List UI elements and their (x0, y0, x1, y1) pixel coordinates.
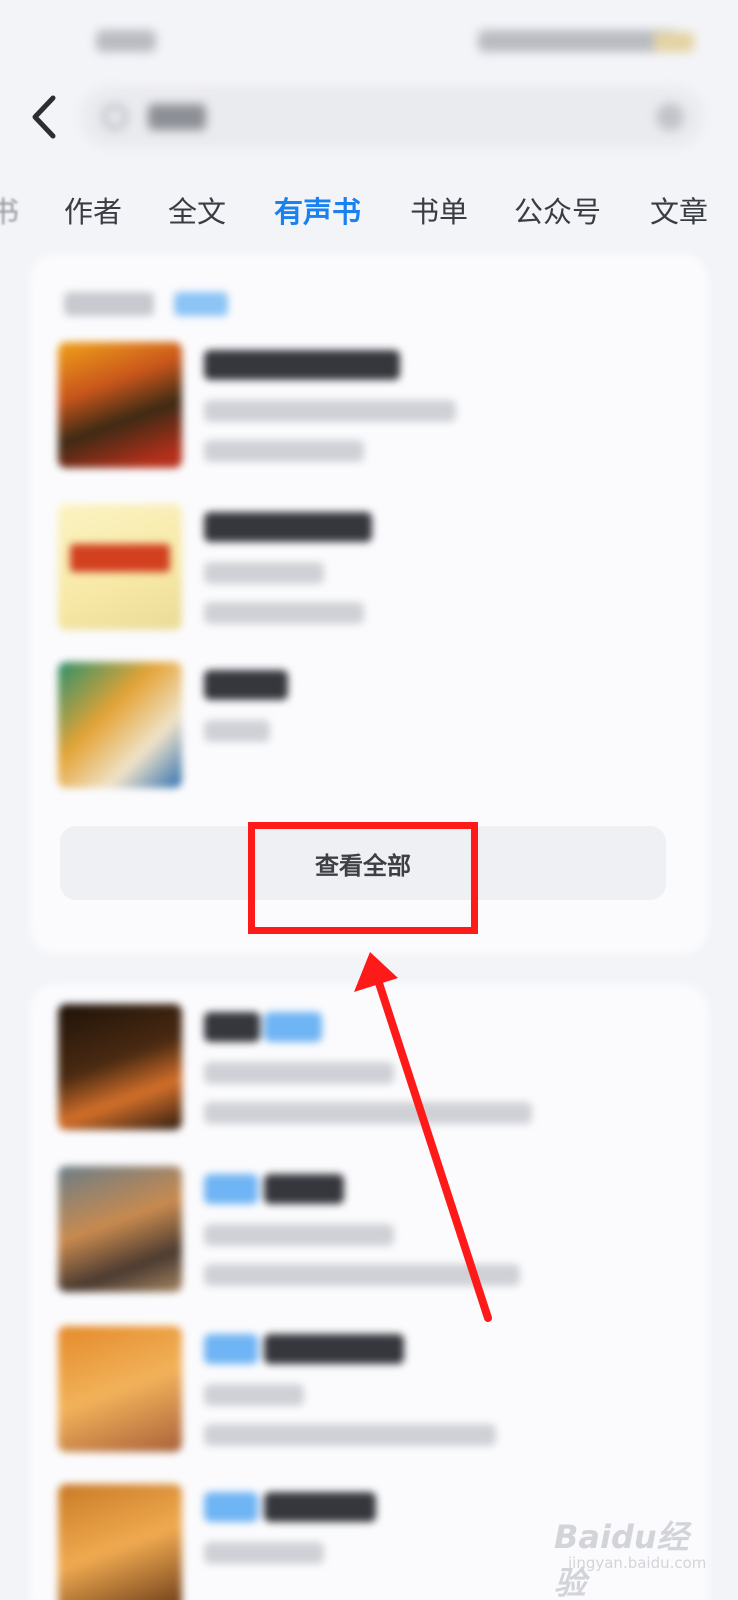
book-meta (204, 562, 324, 584)
tab-articles[interactable]: 文章 (650, 184, 708, 240)
book-title (264, 1334, 404, 1364)
book-cover (58, 342, 182, 468)
book-meta (204, 1384, 304, 1406)
book-cover (58, 1004, 182, 1130)
results-card (30, 984, 708, 1600)
search-category-tabs: 书 作者 全文 有声书 书单 公众号 文章 (0, 184, 738, 240)
book-title (204, 670, 288, 700)
book-meta (204, 1062, 394, 1084)
tab-booklist[interactable]: 书单 (410, 184, 468, 240)
clear-icon[interactable] (656, 103, 684, 131)
back-button[interactable] (24, 92, 64, 142)
book-meta (204, 1224, 394, 1246)
section-badge (174, 292, 228, 316)
book-cover (58, 504, 182, 630)
book-badge (204, 1334, 258, 1364)
tab-author[interactable]: 作者 (64, 184, 122, 240)
battery-icon (654, 32, 694, 52)
book-stats (204, 1264, 520, 1286)
section-title (64, 292, 154, 316)
list-item[interactable] (58, 1484, 678, 1600)
book-meta (204, 400, 456, 422)
search-input[interactable] (80, 86, 704, 148)
book-cover (58, 1326, 182, 1452)
book-stats (204, 440, 364, 462)
book-cover (58, 1484, 182, 1600)
list-item[interactable] (58, 662, 678, 788)
list-item[interactable] (58, 1004, 678, 1130)
chevron-left-icon (32, 95, 56, 139)
book-meta (204, 720, 270, 742)
status-indicators (478, 30, 678, 52)
book-stats (204, 1102, 532, 1124)
search-query (148, 104, 206, 130)
list-item[interactable] (58, 1166, 678, 1292)
book-title (204, 1012, 260, 1042)
tab-fulltext[interactable]: 全文 (168, 184, 226, 240)
list-item[interactable] (58, 342, 678, 468)
book-title (204, 512, 372, 542)
book-badge (204, 1174, 258, 1204)
book-stats (204, 602, 364, 624)
book-meta (204, 1542, 324, 1564)
book-cover (58, 662, 182, 788)
list-item[interactable] (58, 1326, 678, 1452)
book-cover (58, 1166, 182, 1292)
status-time (96, 30, 156, 52)
list-item[interactable] (58, 504, 678, 630)
search-icon (102, 104, 128, 130)
book-badge (264, 1012, 322, 1042)
tab-audiobook[interactable]: 有声书 (274, 184, 361, 240)
book-title (264, 1492, 376, 1522)
book-stats (204, 1424, 496, 1446)
book-badge (204, 1492, 258, 1522)
tab-official-account[interactable]: 公众号 (514, 184, 601, 240)
status-bar (0, 0, 738, 80)
book-title (264, 1174, 344, 1204)
book-title (204, 350, 400, 380)
tab-books[interactable]: 书 (0, 184, 19, 240)
view-all-label: 查看全部 (315, 851, 411, 880)
view-all-button[interactable]: 查看全部 (60, 826, 666, 900)
